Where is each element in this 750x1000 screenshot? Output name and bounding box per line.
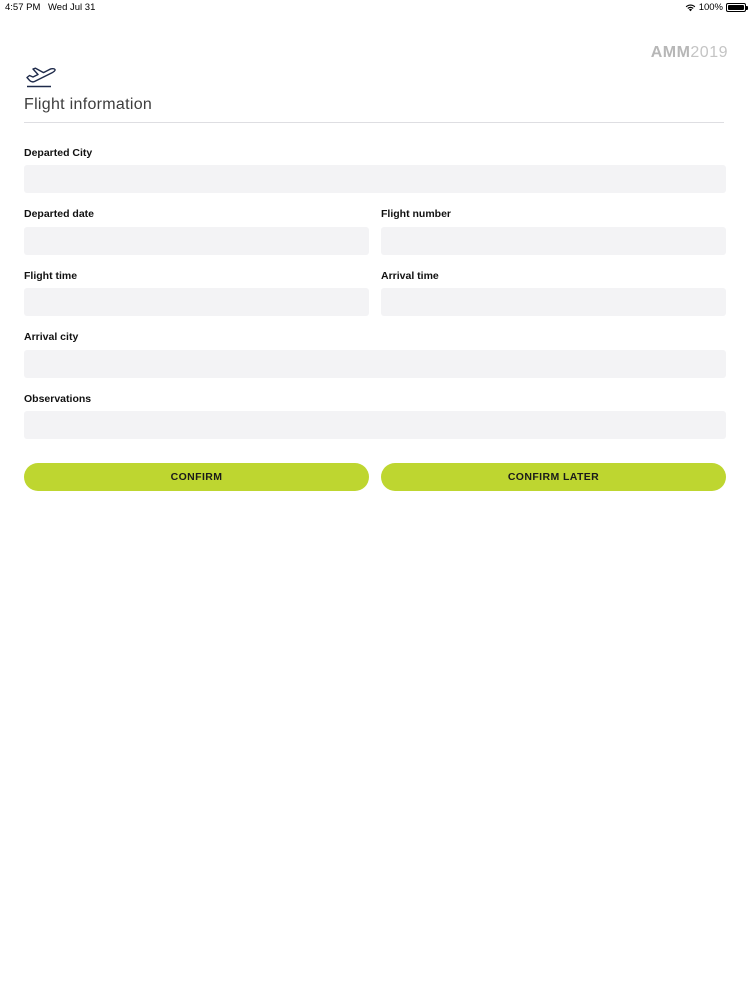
arrival-city-input[interactable] [24, 350, 726, 378]
status-bar: 4:57 PM Wed Jul 31 100% [0, 0, 750, 14]
confirm-button[interactable]: CONFIRM [24, 463, 369, 491]
flight-time-label: Flight time [24, 270, 78, 282]
confirm-later-button[interactable]: CONFIRM LATER [381, 463, 726, 491]
observations-label: Observations [24, 393, 92, 405]
title-divider [24, 122, 724, 123]
arrival-city-label: Arrival city [24, 331, 79, 343]
arrival-time-input[interactable] [381, 288, 726, 316]
departed-city-label: Departed City [24, 147, 93, 159]
status-date: Wed Jul 31 [48, 2, 96, 13]
departed-date-input[interactable] [24, 227, 369, 255]
wifi-icon [685, 4, 695, 12]
status-indicators: 100% [685, 2, 748, 13]
observations-input[interactable] [24, 411, 726, 439]
brand-logo: AMM2019 [651, 44, 728, 62]
brand-logo-year: 2019 [690, 44, 728, 61]
flight-number-label: Flight number [381, 208, 451, 220]
flight-number-input[interactable] [381, 227, 726, 255]
battery-icon [726, 3, 748, 12]
page-title: Flight information [24, 96, 153, 113]
brand-logo-bold: AMM [650, 44, 691, 61]
airplane-takeoff-icon [26, 67, 56, 88]
flight-time-input[interactable] [24, 288, 369, 316]
arrival-time-label: Arrival time [381, 270, 439, 282]
departed-city-input[interactable] [24, 165, 726, 193]
battery-percentage: 100% [698, 2, 723, 13]
status-time: 4:57 PM [5, 2, 41, 13]
departed-date-label: Departed date [24, 208, 95, 220]
